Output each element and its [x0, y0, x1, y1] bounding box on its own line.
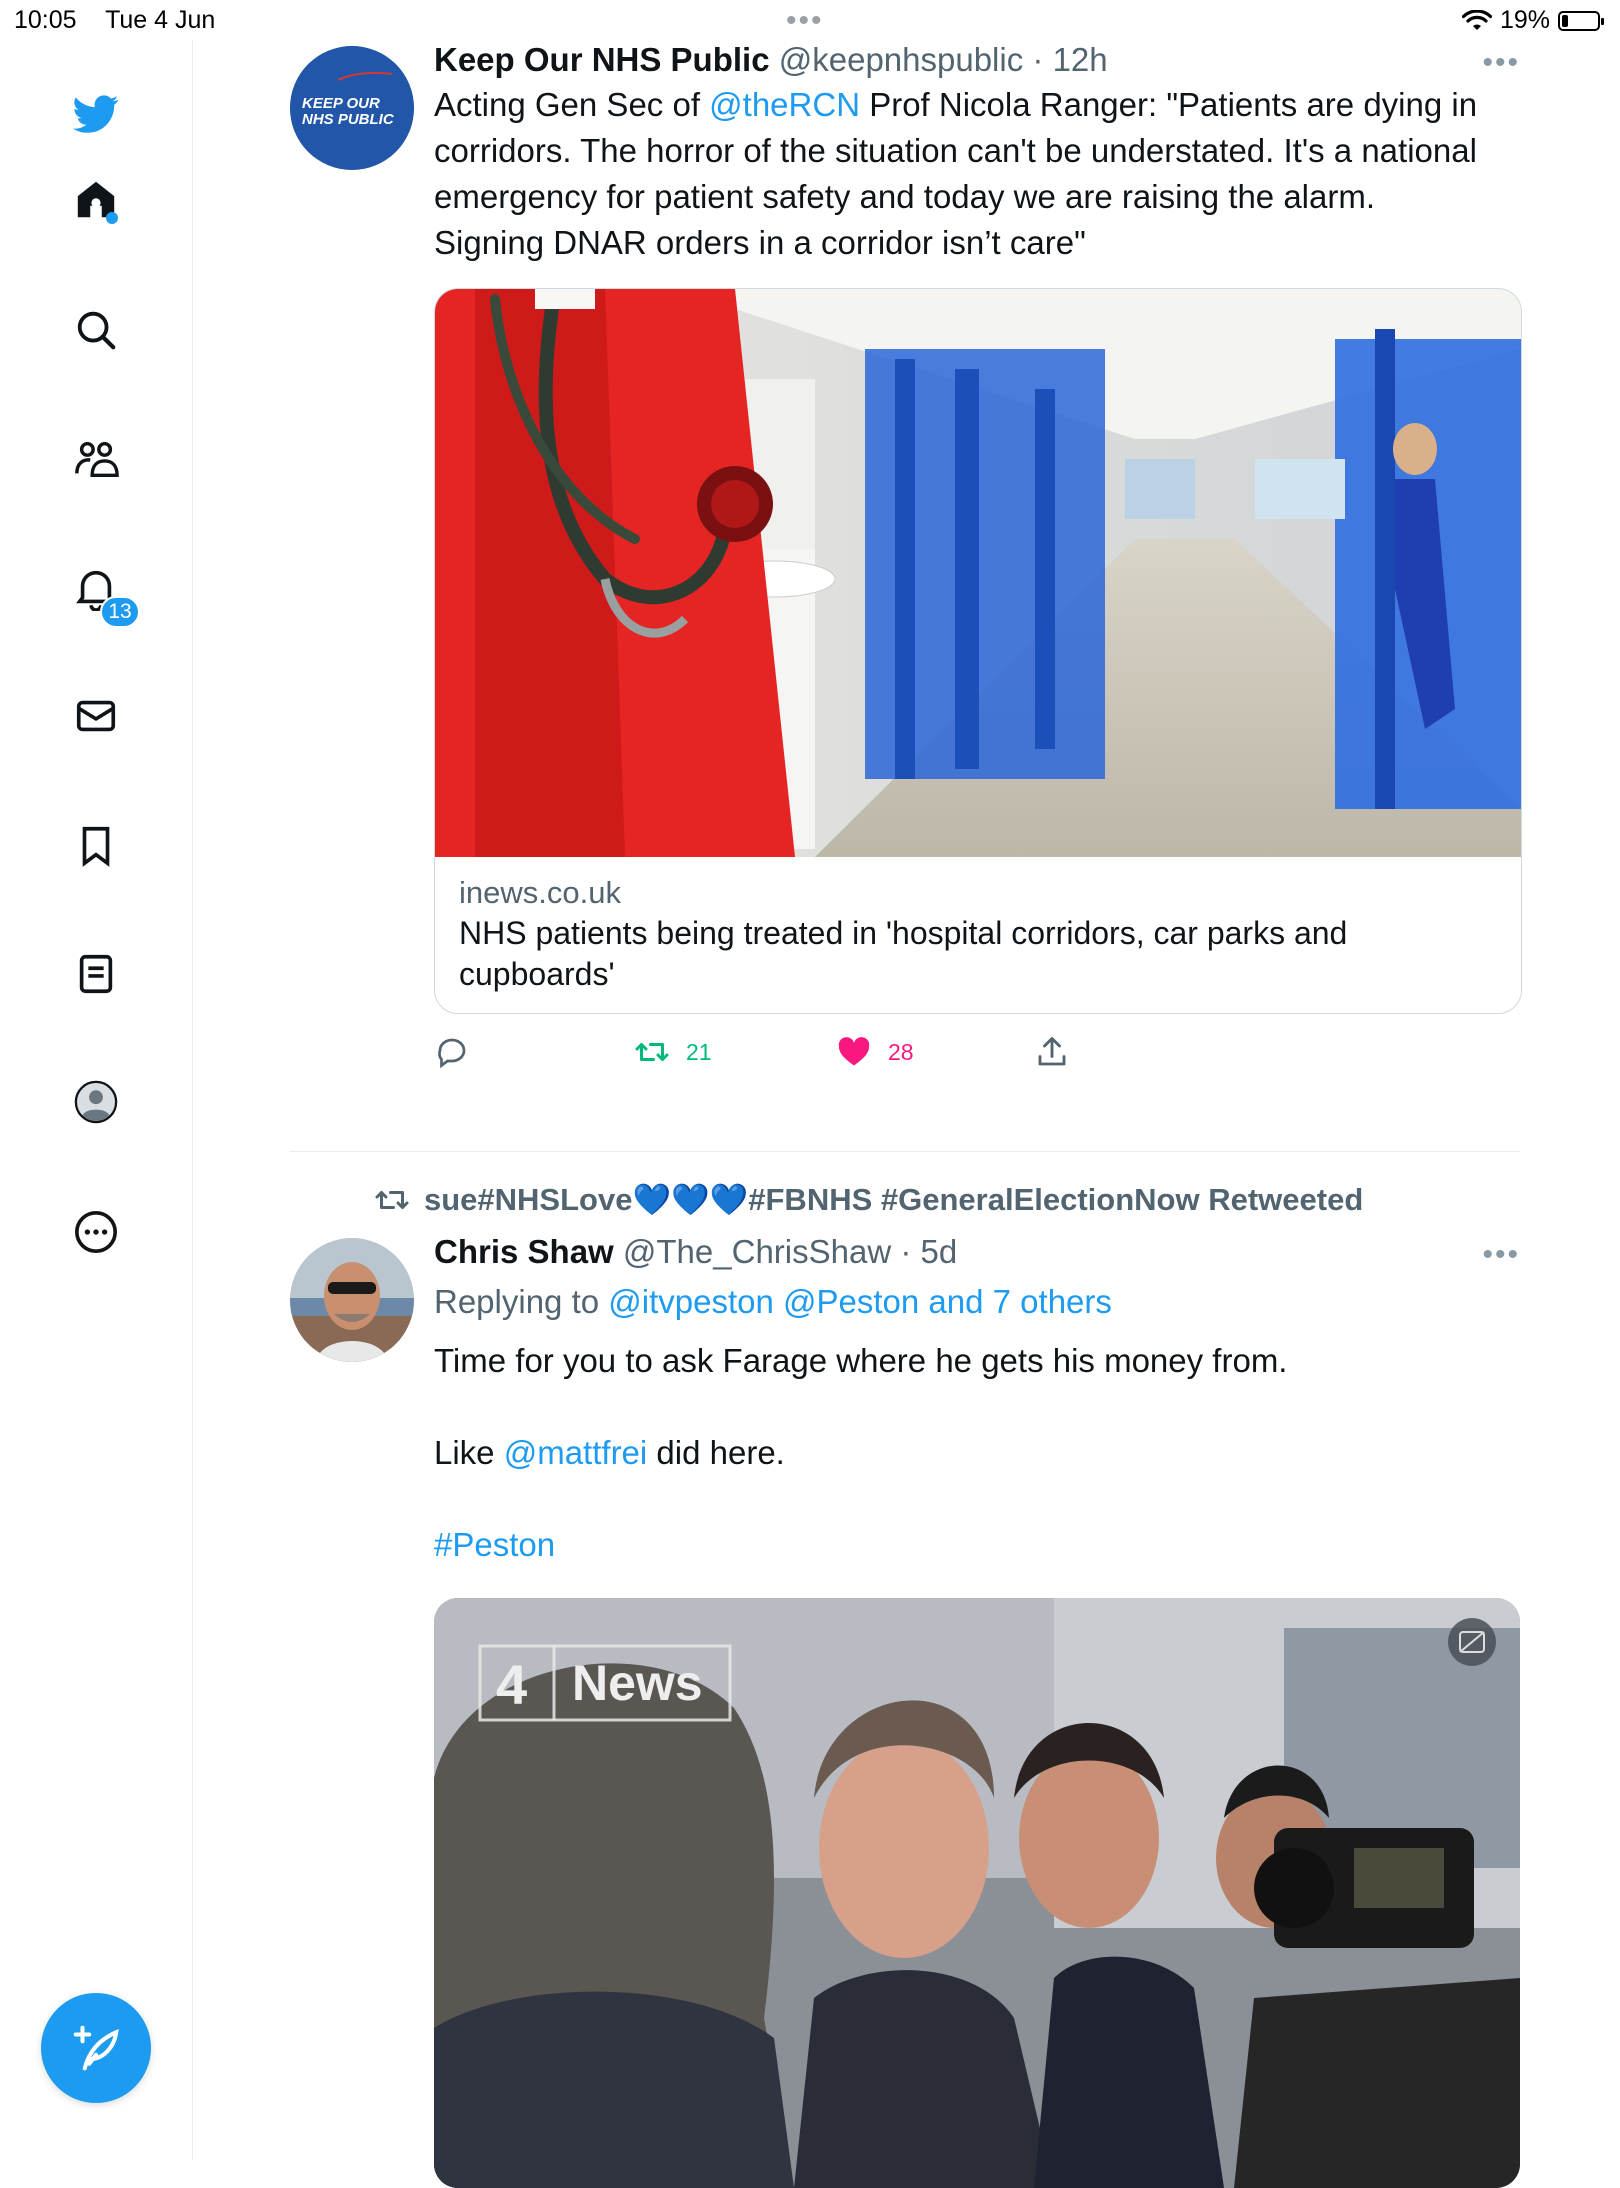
like-button[interactable]: 28: [836, 1034, 914, 1070]
home-unread-dot: [106, 212, 118, 224]
compose-tweet-button[interactable]: [41, 1993, 151, 2103]
more-circle-icon[interactable]: [70, 1206, 122, 1258]
search-icon[interactable]: [70, 304, 122, 356]
mention-link[interactable]: @mattfrei: [504, 1434, 648, 1471]
keep-our-nhs-public-logo: KEEP OUR NHS PUBLIC: [290, 46, 414, 170]
retweet-icon: [635, 1043, 669, 1061]
tweet-header: Keep Our NHS Public @keepnhspublic · 12h: [434, 40, 1520, 80]
card-info: inews.co.uk NHS patients being treated i…: [435, 857, 1521, 1013]
tweet-time[interactable]: 5d: [921, 1233, 958, 1270]
status-right: 19%: [1461, 6, 1604, 35]
card-title: NHS patients being treated in 'hospital …: [459, 915, 1348, 992]
avatar[interactable]: KEEP OUR NHS PUBLIC: [290, 46, 414, 170]
retweet-icon: [375, 1190, 409, 1209]
card-domain: inews.co.uk: [459, 875, 621, 910]
battery-percent: 19%: [1499, 6, 1550, 34]
video-player[interactable]: 4 News: [434, 1598, 1520, 2188]
mail-icon[interactable]: [70, 690, 122, 742]
retweet-count: 21: [686, 1038, 712, 1065]
author-name[interactable]: Chris Shaw: [434, 1233, 614, 1270]
channel4-logo-number: 4: [496, 1653, 527, 1716]
tweet-text-line2: Signing DNAR orders in a corridor isn’t …: [434, 224, 1086, 261]
author-name[interactable]: Keep Our NHS Public: [434, 41, 770, 78]
retweeted-by-text: sue#NHSLove💙💙💙#FBNHS #GeneralElectionNow…: [424, 1182, 1364, 1217]
sidebar-nav: 13: [0, 40, 193, 2160]
wifi-icon: [1461, 9, 1492, 30]
captions-off-icon[interactable]: [1448, 1618, 1496, 1666]
hashtag-link[interactable]: #Peston: [434, 1522, 1520, 1568]
battery-level-fill: [1562, 14, 1568, 27]
bookmark-icon[interactable]: [70, 820, 122, 872]
heart-icon: [838, 1037, 870, 1066]
avatar-logo-line2: NHS PUBLIC: [302, 111, 395, 128]
communities-icon[interactable]: [70, 434, 122, 486]
mention-link[interactable]: @theRCN: [709, 86, 860, 123]
more-options-icon[interactable]: •••: [1482, 46, 1520, 80]
retweet-button[interactable]: 21: [634, 1034, 712, 1070]
status-time: 10:05: [14, 6, 77, 34]
share-button[interactable]: [1034, 1034, 1070, 1070]
avatar-logo-line1: KEEP OUR: [302, 95, 380, 112]
status-bar: 10:05 Tue 4 Jun ••• 19%: [0, 0, 1620, 40]
link-card[interactable]: inews.co.uk NHS patients being treated i…: [434, 288, 1522, 1014]
share-icon: [1038, 1037, 1066, 1066]
tweet-text-line1: Time for you to ask Farage where he gets…: [434, 1342, 1288, 1379]
tweet-time[interactable]: 12h: [1053, 41, 1108, 78]
tweet-text-line2: Like @mattfrei did here.: [434, 1430, 1520, 1476]
tweet-header: Chris Shaw @The_ChrisShaw · 5d: [434, 1232, 1520, 1272]
tweet-divider: [290, 1151, 1520, 1152]
line2-prefix: Like: [434, 1434, 504, 1471]
lists-icon[interactable]: [70, 948, 122, 1000]
tweet-content: Keep Our NHS Public @keepnhspublic · 12h…: [434, 40, 1522, 1094]
tweet-text: Acting Gen Sec of @theRCN Prof Nicola Ra…: [434, 82, 1520, 266]
like-count: 28: [888, 1038, 914, 1065]
replying-to-links[interactable]: @itvpeston @Peston and 7 others: [608, 1283, 1112, 1320]
retweeted-by-line[interactable]: sue#NHSLove💙💙💙#FBNHS #GeneralElectionNow…: [374, 1181, 1363, 1218]
channel4-news-logo: News: [572, 1655, 703, 1711]
more-options-icon[interactable]: •••: [1482, 1238, 1520, 1272]
multitasking-dots-icon[interactable]: •••: [786, 4, 824, 38]
reply-icon: [438, 1038, 466, 1069]
tweet-content: Chris Shaw @The_ChrisShaw · 5d ••• Reply…: [434, 1232, 1520, 2188]
notifications-badge: 13: [100, 596, 140, 628]
compose-feather-icon: [73, 2025, 119, 2071]
replying-to-line: Replying to @itvpeston @Peston and 7 oth…: [434, 1282, 1520, 1322]
battery-icon: [1558, 10, 1604, 31]
meta-separator: ·: [1032, 41, 1044, 78]
line2-rest: did here.: [647, 1434, 785, 1471]
tweet-text-prefix: Acting Gen Sec of: [434, 86, 710, 123]
reply-button[interactable]: [434, 1034, 470, 1070]
card-image: [435, 289, 1521, 857]
avatar[interactable]: [290, 1238, 414, 1362]
profile-icon[interactable]: [70, 1076, 122, 1128]
tweet-text: Time for you to ask Farage where he gets…: [434, 1338, 1520, 1568]
author-handle[interactable]: @keepnhspublic: [779, 41, 1024, 78]
status-time-date: 10:05 Tue 4 Jun: [14, 6, 237, 35]
tweet-actions: 21 28: [434, 1034, 1520, 1094]
author-handle[interactable]: @The_ChrisShaw: [623, 1233, 891, 1270]
status-date: Tue 4 Jun: [105, 6, 216, 34]
meta-separator: ·: [900, 1233, 912, 1270]
replying-label: Replying to: [434, 1283, 609, 1320]
twitter-logo-icon[interactable]: [70, 88, 122, 140]
